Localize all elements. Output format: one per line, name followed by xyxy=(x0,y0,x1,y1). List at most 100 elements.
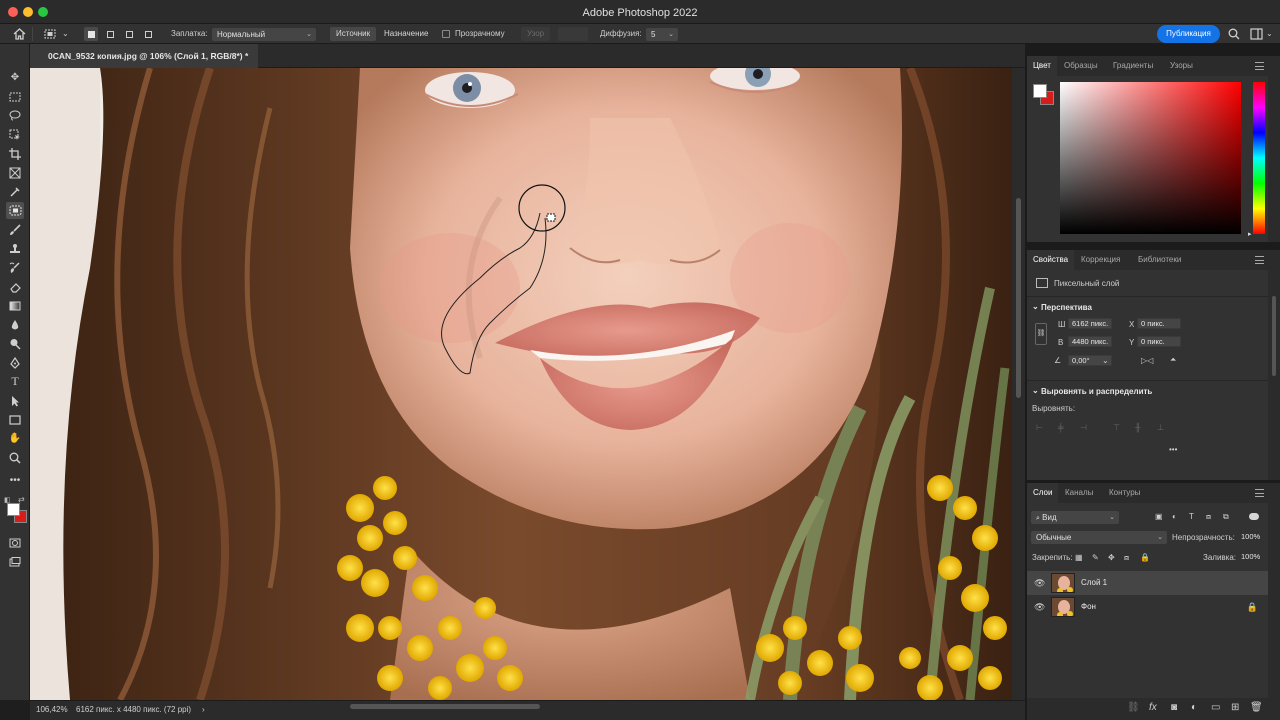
tab-properties[interactable]: Свойства xyxy=(1027,250,1075,270)
eye-icon[interactable]: 👁 xyxy=(1034,578,1045,589)
color-field[interactable] xyxy=(1060,82,1241,234)
move-tool-icon[interactable]: ✥ xyxy=(6,69,24,86)
hand-tool-icon[interactable]: ✋ xyxy=(6,430,24,447)
lock-pixels-icon[interactable]: ✎ xyxy=(1092,553,1099,562)
layer-row[interactable]: 👁 Фон 🔒 xyxy=(1027,595,1268,619)
canvas[interactable] xyxy=(30,68,1012,700)
lasso-tool-icon[interactable] xyxy=(6,107,24,124)
align-left-icon[interactable]: ⊢ xyxy=(1036,423,1043,432)
color-foreground-swatch[interactable] xyxy=(1033,84,1047,98)
object-select-tool-icon[interactable] xyxy=(6,126,24,143)
fx-icon[interactable]: fx xyxy=(1149,702,1157,713)
tab-libraries[interactable]: Библиотеки xyxy=(1132,250,1187,270)
filter-adjustment-icon[interactable]: ◐ xyxy=(1172,512,1177,521)
canvas-horizontal-scrollbar[interactable] xyxy=(350,704,540,709)
history-brush-tool-icon[interactable] xyxy=(6,259,24,276)
add-selection-button[interactable] xyxy=(103,27,117,41)
layer-filter-dropdown[interactable]: ⌕ Вид ⌄ xyxy=(1031,511,1119,524)
tab-gradients[interactable]: Градиенты xyxy=(1107,56,1159,76)
filter-smart-object-icon[interactable]: ⧉ xyxy=(1223,512,1229,522)
home-icon[interactable] xyxy=(11,26,27,42)
subtract-selection-button[interactable] xyxy=(122,27,136,41)
source-button[interactable]: Источник xyxy=(330,27,377,41)
use-pattern-button[interactable]: Узор xyxy=(521,27,551,41)
hue-slider-handle-icon[interactable]: ▸ xyxy=(1248,230,1252,238)
panel-menu-icon[interactable] xyxy=(1255,256,1264,264)
patch-tool-icon[interactable] xyxy=(6,202,24,219)
blend-mode-dropdown[interactable]: Обычные ⌄ xyxy=(1031,531,1167,544)
lock-icon[interactable]: 🔒 xyxy=(1247,602,1258,613)
link-icon[interactable]: ⛓ xyxy=(1035,323,1047,345)
hue-slider[interactable] xyxy=(1253,82,1265,234)
crop-tool-icon[interactable] xyxy=(6,145,24,162)
tab-swatches[interactable]: Образцы xyxy=(1058,56,1104,76)
eyedropper-tool-icon[interactable] xyxy=(6,183,24,200)
zoom-tool-icon[interactable] xyxy=(6,449,24,466)
lock-position-icon[interactable]: ✥ xyxy=(1108,553,1115,562)
eye-icon[interactable]: 👁 xyxy=(1034,602,1045,613)
pen-tool-icon[interactable] xyxy=(6,354,24,371)
tab-color[interactable]: Цвет xyxy=(1027,56,1057,76)
tab-paths[interactable]: Контуры xyxy=(1103,483,1146,503)
lock-artboard-icon[interactable]: ⧈ xyxy=(1124,553,1129,563)
status-chevron-icon[interactable]: › xyxy=(202,705,205,714)
zoom-level[interactable]: 106,42% xyxy=(36,705,68,714)
canvas-vertical-scrollbar[interactable] xyxy=(1012,68,1025,700)
frame-tool-icon[interactable] xyxy=(6,164,24,181)
new-layer-icon[interactable]: ⊞ xyxy=(1231,702,1239,713)
flip-horizontal-icon[interactable]: ▷◁ xyxy=(1141,356,1153,365)
marquee-tool-icon[interactable] xyxy=(6,88,24,105)
pattern-picker[interactable] xyxy=(558,27,588,41)
properties-scrollbar[interactable] xyxy=(1268,250,1280,480)
workspace-icon[interactable] xyxy=(1248,26,1264,42)
align-toggle[interactable]: ⌄ xyxy=(1032,386,1039,395)
path-selection-tool-icon[interactable] xyxy=(6,392,24,409)
filter-shape-icon[interactable]: ⧈ xyxy=(1206,512,1211,522)
eraser-tool-icon[interactable] xyxy=(6,278,24,295)
add-mask-icon[interactable]: ◙ xyxy=(1171,702,1177,713)
layers-scrollbar[interactable] xyxy=(1268,483,1280,720)
tab-adjustments[interactable]: Коррекция xyxy=(1075,250,1126,270)
x-field[interactable]: 0 пикс. xyxy=(1137,318,1181,329)
intersect-selection-button[interactable] xyxy=(141,27,155,41)
align-top-icon[interactable]: ⊤ xyxy=(1113,423,1120,432)
diffusion-dropdown[interactable]: 5 ⌄ xyxy=(646,28,678,41)
lock-transparency-icon[interactable]: ▦ xyxy=(1075,553,1083,562)
more-options-icon[interactable]: ••• xyxy=(1169,445,1177,454)
new-selection-button[interactable] xyxy=(84,27,98,41)
screen-mode-icon[interactable] xyxy=(6,553,24,570)
filter-type-icon[interactable]: T xyxy=(1189,512,1194,521)
panel-menu-icon[interactable] xyxy=(1255,489,1264,497)
adjustment-layer-icon[interactable]: ◐ xyxy=(1191,702,1197,713)
search-icon[interactable] xyxy=(1226,26,1242,42)
align-center-h-icon[interactable]: ╪ xyxy=(1058,423,1064,432)
filter-toggle[interactable] xyxy=(1249,513,1259,520)
transparent-checkbox[interactable] xyxy=(442,30,450,38)
perspective-toggle[interactable]: ⌄ xyxy=(1032,302,1039,311)
dodge-tool-icon[interactable] xyxy=(6,335,24,352)
align-center-v-icon[interactable]: ╫ xyxy=(1135,423,1141,432)
rectangle-tool-icon[interactable] xyxy=(6,411,24,428)
width-field[interactable]: 6162 пикс. xyxy=(1068,318,1112,329)
link-layers-icon[interactable]: ⛓ xyxy=(1127,702,1140,713)
y-field[interactable]: 0 пикс. xyxy=(1137,336,1181,347)
gradient-tool-icon[interactable] xyxy=(6,297,24,314)
patch-tool-preset-icon[interactable] xyxy=(42,26,58,42)
new-group-icon[interactable]: ▭ xyxy=(1211,702,1220,713)
tab-patterns[interactable]: Узоры xyxy=(1164,56,1199,76)
publish-button[interactable]: Публикация xyxy=(1157,25,1220,43)
foreground-color-swatch[interactable] xyxy=(7,503,20,516)
chevron-down-icon[interactable]: ⌄ xyxy=(1102,356,1109,365)
fill-field[interactable]: 100% xyxy=(1238,552,1262,563)
tab-layers[interactable]: Слои xyxy=(1027,483,1059,503)
blur-tool-icon[interactable] xyxy=(6,316,24,333)
panel-menu-icon[interactable] xyxy=(1255,62,1264,70)
height-field[interactable]: 4480 пикс. xyxy=(1068,336,1112,347)
flip-vertical-icon[interactable]: ⏶ xyxy=(1170,355,1176,365)
delete-layer-icon[interactable]: 🗑 xyxy=(1250,702,1263,713)
chevron-down-icon[interactable]: ⌄ xyxy=(62,27,69,41)
brush-tool-icon[interactable] xyxy=(6,221,24,238)
opacity-field[interactable]: 100% xyxy=(1238,532,1262,543)
color-swatches[interactable]: ◧ ⇄ xyxy=(0,493,30,533)
destination-button[interactable]: Назначение xyxy=(378,27,434,41)
